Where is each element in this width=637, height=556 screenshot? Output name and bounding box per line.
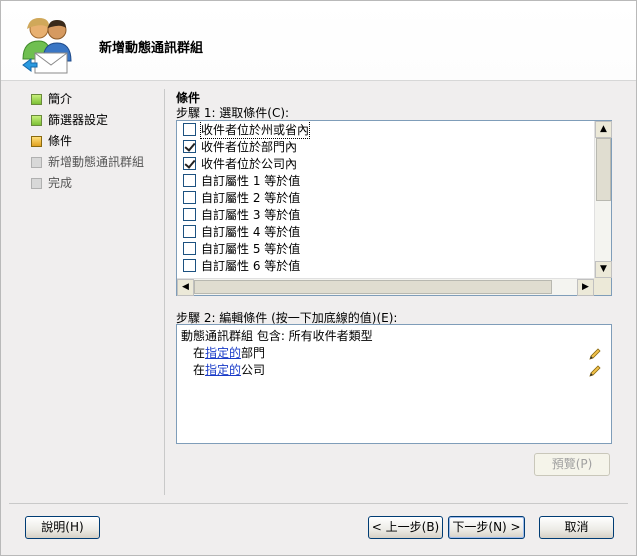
preview-button[interactable]: 預覽(P)	[534, 453, 610, 476]
condition-checkbox[interactable]	[183, 174, 196, 187]
current-step-icon	[31, 136, 42, 147]
vertical-scroll-thumb[interactable]	[596, 138, 611, 201]
nav-item-intro: 簡介	[31, 89, 161, 110]
condition-row-custom5[interactable]: 自訂屬性 5 等於值	[183, 240, 594, 257]
condition-prefix: 在	[193, 363, 206, 377]
condition-checkbox[interactable]	[183, 242, 196, 255]
horizontal-scroll-thumb[interactable]	[194, 280, 552, 294]
nav-item-label: 簡介	[48, 92, 73, 106]
back-button[interactable]: < 上一步(B)	[368, 516, 443, 539]
condition-row-custom6[interactable]: 自訂屬性 6 等於值	[183, 257, 594, 274]
scroll-right-arrow-icon[interactable]: ▶	[577, 279, 594, 296]
condition-label: 收件者位於州或省內	[199, 121, 311, 139]
footer-divider	[9, 503, 628, 504]
condition-label: 自訂屬性 5 等於值	[201, 242, 301, 256]
scroll-down-arrow-icon[interactable]: ▼	[595, 261, 612, 278]
condition-checkbox[interactable]	[183, 225, 196, 238]
wizard-header: 新增動態通訊群組	[1, 1, 636, 81]
description-summary: 動態通訊群組 包含: 所有收件者類型	[181, 329, 373, 343]
specified-department-link[interactable]: 指定的	[205, 346, 241, 360]
condition-description-box[interactable]: 動態通訊群組 包含: 所有收件者類型 在指定的部門 在指定的公司	[176, 324, 612, 444]
condition-label: 收件者位於公司內	[201, 157, 298, 171]
condition-label: 自訂屬性 1 等於值	[201, 174, 301, 188]
condition-label: 自訂屬性 6 等於值	[201, 259, 301, 273]
conditions-list: 收件者位於州或省內 收件者位於部門內 收件者位於公司內 自訂屬性 1 等於值 自…	[177, 121, 594, 277]
nav-item-label: 完成	[48, 176, 73, 190]
pencil-icon[interactable]	[588, 364, 602, 378]
completed-step-icon	[31, 115, 42, 126]
condition-row-custom4[interactable]: 自訂屬性 4 等於值	[183, 223, 594, 240]
condition-row-custom1[interactable]: 自訂屬性 1 等於值	[183, 172, 594, 189]
nav-item-complete: 完成	[31, 173, 161, 194]
conditions-listbox[interactable]: 收件者位於州或省內 收件者位於部門內 收件者位於公司內 自訂屬性 1 等於值 自…	[176, 120, 612, 296]
help-button[interactable]: 說明(H)	[25, 516, 100, 539]
nav-item-filter-settings: 篩選器設定	[31, 110, 161, 131]
vertical-divider	[164, 89, 165, 495]
department-condition-line: 在指定的部門	[181, 345, 607, 362]
condition-row-state[interactable]: 收件者位於州或省內	[183, 121, 594, 139]
condition-suffix: 部門	[241, 346, 266, 360]
nav-item-label: 新增動態通訊群組	[48, 155, 145, 169]
condition-checkbox[interactable]	[183, 140, 196, 153]
nav-item-new-group: 新增動態通訊群組	[31, 152, 161, 173]
condition-row-custom2[interactable]: 自訂屬性 2 等於值	[183, 189, 594, 206]
user-group-envelope-icon	[22, 18, 72, 74]
condition-prefix: 在	[193, 346, 206, 360]
page-title: 新增動態通訊群組	[99, 41, 204, 56]
condition-row-department[interactable]: 收件者位於部門內	[183, 138, 594, 155]
nav-item-conditions: 條件	[31, 131, 161, 152]
horizontal-scrollbar[interactable]: ◀ ▶	[177, 278, 594, 296]
scroll-left-arrow-icon[interactable]: ◀	[177, 279, 194, 296]
condition-row-custom3[interactable]: 自訂屬性 3 等於值	[183, 206, 594, 223]
company-condition-line: 在指定的公司	[181, 362, 607, 379]
wizard-nav: 簡介 篩選器設定 條件 新增動態通訊群組 完成	[31, 89, 161, 194]
condition-label: 自訂屬性 2 等於值	[201, 191, 301, 205]
condition-checkbox[interactable]	[183, 123, 196, 136]
nav-item-label: 篩選器設定	[48, 113, 109, 127]
condition-label: 自訂屬性 4 等於值	[201, 225, 301, 239]
condition-label: 自訂屬性 3 等於值	[201, 208, 301, 222]
pencil-icon[interactable]	[588, 347, 602, 361]
step1-label: 步驟 1: 選取條件(C):	[176, 106, 290, 120]
specified-company-link[interactable]: 指定的	[205, 363, 241, 377]
completed-step-icon	[31, 94, 42, 105]
wizard-window: 新增動態通訊群組 簡介 篩選器設定 條件 新增動態通訊群組 完成 條件 步驟 1…	[0, 0, 637, 556]
pending-step-icon	[31, 157, 42, 168]
condition-checkbox[interactable]	[183, 157, 196, 170]
condition-checkbox[interactable]	[183, 259, 196, 272]
condition-label: 收件者位於部門內	[201, 140, 298, 154]
vertical-scrollbar[interactable]: ▲ ▼	[594, 121, 612, 278]
condition-suffix: 公司	[241, 363, 266, 377]
condition-checkbox[interactable]	[183, 191, 196, 204]
nav-item-label: 條件	[48, 134, 73, 148]
cancel-button[interactable]: 取消	[539, 516, 614, 539]
pending-step-icon	[31, 178, 42, 189]
scroll-up-arrow-icon[interactable]: ▲	[595, 121, 612, 138]
condition-checkbox[interactable]	[183, 208, 196, 221]
condition-row-company[interactable]: 收件者位於公司內	[183, 155, 594, 172]
scrollbar-corner	[594, 278, 611, 295]
next-button[interactable]: 下一步(N) >	[448, 516, 525, 539]
